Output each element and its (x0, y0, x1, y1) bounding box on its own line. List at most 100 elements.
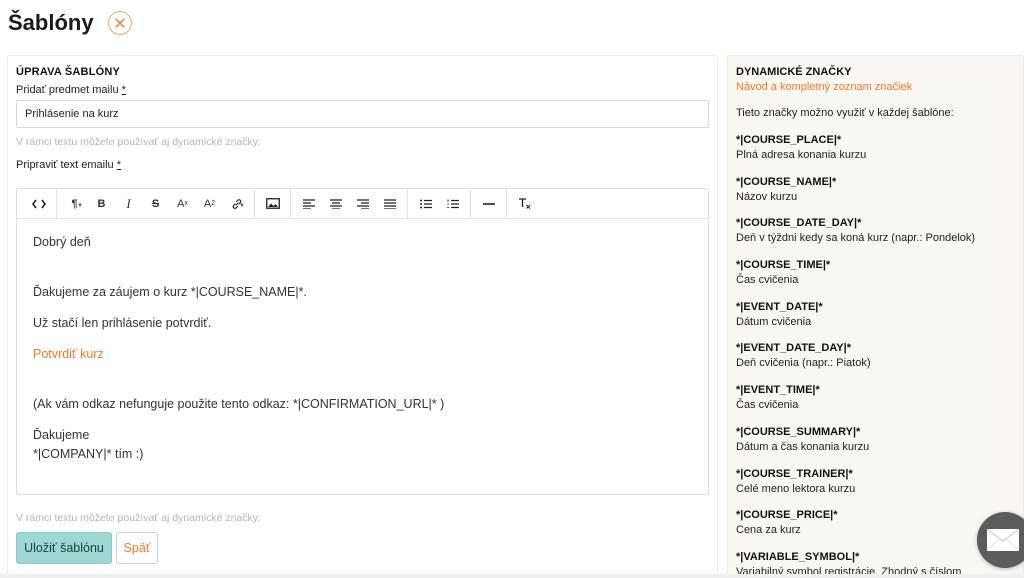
numbered-list-button[interactable] (439, 189, 466, 218)
tag-desc: Čas cvičenia (736, 274, 799, 287)
dynamic-tags-title: DYNAMICKÉ ZNAČKY (736, 66, 852, 78)
toolbar-group-align (291, 189, 408, 218)
body-label: Pripraviť text emailu * (16, 159, 121, 171)
horizontal-rule-icon (482, 202, 495, 205)
hint-bottom: V rámci textu môžete používať aj dynamic… (16, 512, 261, 524)
caret-icon: ▼ (77, 203, 83, 209)
editor-content[interactable]: Dobrý deň Ďakujeme za záujem o kurz *|CO… (17, 219, 708, 478)
caret-icon: ▼ (239, 203, 245, 209)
page-header: Šablóny (8, 10, 132, 36)
back-button[interactable]: Späť (116, 532, 158, 564)
tag-item: *|COURSE_SUMMARY|* Dátum a čas konania ku… (736, 425, 975, 467)
confirm-course-link[interactable]: Potvrdiť kurz (33, 345, 692, 364)
paragraph-format-button[interactable]: ¶ ▼ (61, 189, 88, 218)
italic-icon: I (126, 195, 131, 211)
code-icon (31, 199, 46, 208)
tag-item: *|COURSE_PLACE|* Plná adresa konania kurz… (736, 133, 975, 175)
body-label-text: Pripraviť text emailu (16, 159, 114, 171)
superscript-icon: A (177, 197, 185, 210)
tag-desc: Celé meno lektora kurzu (736, 482, 856, 495)
superscript-button[interactable]: Ax (169, 189, 196, 218)
align-right-icon (356, 198, 369, 209)
body-confirm-line: Už stačí len prihlásenie potvrdiť. (33, 316, 212, 330)
subscript-button[interactable]: A2 (196, 189, 223, 218)
tag-code: *|COURSE_TIME|* (736, 259, 831, 272)
toolbar-group-source (21, 189, 57, 218)
tag-item: *|COURSE_NAME|* Názov kurzu (736, 175, 975, 217)
email-body-editor: ¶ ▼ B I S Ax A2 ▼ Dobrý deň Ďakujeme za … (16, 188, 709, 495)
page-title: Šablóny (8, 10, 94, 35)
toolbar-group-lists (408, 189, 471, 218)
align-justify-icon (383, 198, 396, 209)
clear-format-icon (519, 198, 531, 209)
align-left-icon (302, 198, 315, 209)
toolbar-group-hr (471, 189, 507, 218)
required-mark: * (116, 159, 122, 171)
strikethrough-button[interactable]: S (142, 189, 169, 218)
bold-icon: B (97, 197, 106, 210)
tags-guide-link[interactable]: Návod a kompletný zoznam značiek (736, 81, 912, 93)
italic-button[interactable]: I (115, 189, 142, 218)
section-title: ÚPRAVA ŠABLÓNY (16, 66, 121, 78)
tag-code: *|COURSE_DATE_DAY|* (736, 217, 862, 230)
tag-code: *|EVENT_TIME|* (736, 384, 820, 397)
tag-desc: Čas cvičenia (736, 399, 799, 412)
horizontal-rule-button[interactable] (475, 189, 502, 218)
body-fallback-line: (Ak vám odkaz nefunguje použite tento od… (33, 397, 445, 411)
tag-code: *|COURSE_NAME|* (736, 175, 837, 188)
tag-code: *|COURSE_PRICE|* (736, 509, 838, 522)
align-left-button[interactable] (295, 189, 322, 218)
template-edit-panel: ÚPRAVA ŠABLÓNY Pridať predmet mailu * V … (7, 55, 718, 578)
editor-toolbar: ¶ ▼ B I S Ax A2 ▼ (17, 189, 708, 219)
tag-code: *|COURSE_SUMMARY|* (736, 425, 861, 438)
save-template-button[interactable]: Uložiť šablónu (16, 532, 112, 564)
chat-widget-button[interactable] (977, 512, 1024, 568)
tag-code: *|COURSE_TRAINER|* (736, 467, 853, 480)
tag-item: *|COURSE_TIME|* Čas cvičenia (736, 258, 975, 300)
body-signoff: Ďakujeme (33, 428, 90, 442)
bullet-list-icon (419, 199, 432, 208)
tag-item: *|EVENT_DATE_DAY|* Deň cvičenia (napr.: P… (736, 341, 975, 383)
body-signature: *|COMPANY|* tím :) (33, 447, 144, 461)
tag-item: *|COURSE_TRAINER|* Celé meno lektora kurz… (736, 467, 975, 509)
subscript-mark: 2 (211, 200, 216, 207)
link-button[interactable]: ▼ (223, 189, 250, 218)
mail-icon (987, 529, 1019, 551)
dynamic-tags-panel: DYNAMICKÉ ZNAČKY Návod a kompletný zozna… (727, 55, 1024, 578)
tag-desc: Dátum a čas konania kurzu (736, 440, 870, 453)
bold-button[interactable]: B (88, 189, 115, 218)
tag-item: *|COURSE_DATE_DAY|* Deň v týždni kedy sa … (736, 216, 975, 258)
tags-intro: Tieto značky možno využiť v každej šabló… (736, 107, 954, 119)
subject-label-text: Pridať predmet mailu (16, 84, 119, 96)
tag-item: *|COURSE_PRICE|* Cena za kurz (736, 508, 975, 550)
align-center-icon (329, 198, 342, 209)
image-icon (265, 198, 280, 209)
tag-code: *|VARIABLE_SYMBOL|* (736, 550, 860, 563)
subject-input[interactable] (16, 100, 709, 128)
body-thanks-line: Ďakujeme za záujem o kurz *|COURSE_NAME|… (33, 285, 307, 299)
tag-desc: Cena za kurz (736, 524, 801, 537)
close-button[interactable] (107, 11, 132, 35)
image-button[interactable] (259, 189, 286, 218)
confirm-course-link-text[interactable]: Potvrdiť kurz (33, 347, 104, 361)
toolbar-group-media (255, 189, 291, 218)
align-center-button[interactable] (322, 189, 349, 218)
align-justify-button[interactable] (376, 189, 403, 218)
source-code-button[interactable] (25, 189, 52, 218)
tag-desc: Plná adresa konania kurzu (736, 149, 867, 161)
bottom-scroll-strip (0, 574, 1024, 578)
toolbar-group-format: ¶ ▼ B I S Ax A2 ▼ (57, 189, 255, 218)
align-right-button[interactable] (349, 189, 376, 218)
tag-desc: Deň cvičenia (napr.: Piatok) (736, 357, 871, 370)
strikethrough-icon: S (151, 197, 160, 210)
tag-desc: Dátum cvičenia (736, 315, 812, 328)
tag-desc: Deň v týždni kedy sa koná kurz (napr.: P… (736, 232, 976, 245)
tag-code: *|EVENT_DATE|* (736, 300, 823, 313)
hint-top: V rámci textu môžete používať aj dynamic… (16, 136, 261, 148)
subscript-icon: A (203, 197, 212, 210)
bullet-list-button[interactable] (412, 189, 439, 218)
tag-code: *|EVENT_DATE_DAY|* (736, 342, 851, 355)
tag-desc: Názov kurzu (736, 190, 798, 203)
tag-item: *|EVENT_DATE|* Dátum cvičenia (736, 300, 975, 342)
clear-format-button[interactable] (511, 189, 538, 218)
